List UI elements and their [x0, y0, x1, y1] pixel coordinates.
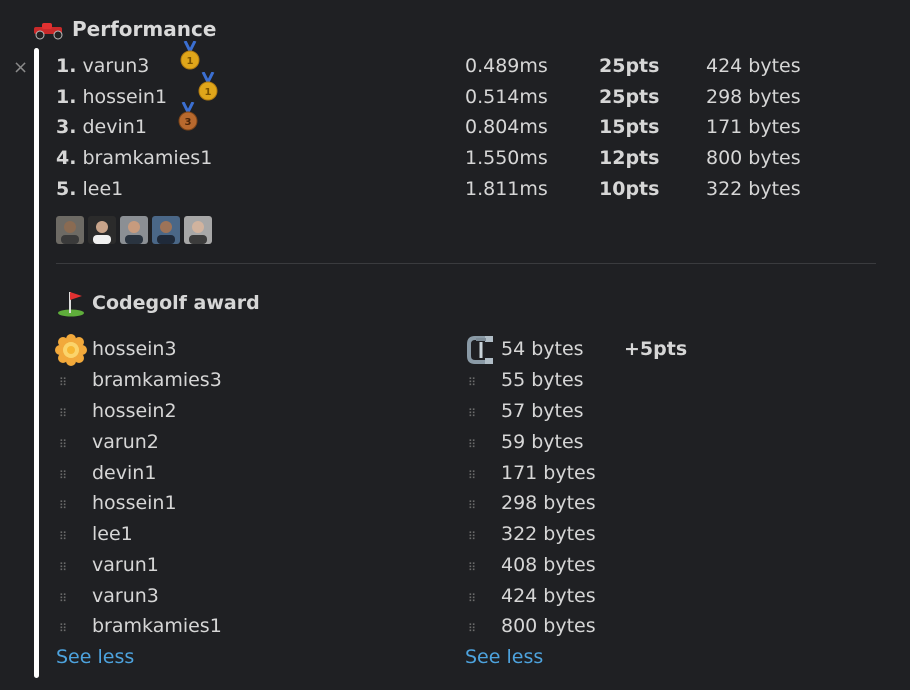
points: 25pts [599, 86, 660, 108]
drag-handle-icon: ⠿ [468, 438, 476, 451]
player-name: hossein1 [82, 86, 168, 108]
drag-handle-icon: ⠿ [468, 407, 476, 420]
points: 25pts [599, 55, 660, 77]
drag-handle-icon: ⠿ [59, 530, 67, 543]
codegolf-header: Codegolf award [56, 288, 260, 318]
points: 15pts [599, 116, 660, 138]
clamp-icon [467, 336, 493, 364]
leaderboard-row: 1. varun3 1 0.489ms 25pts 424 bytes [56, 41, 876, 83]
golf-name: hossein3 [92, 338, 177, 360]
leaderboard-row: 5. lee1 1.811ms 10pts 322 bytes [56, 178, 876, 206]
drag-handle-icon: ⠿ [59, 469, 67, 482]
leaderboard-row: 3. devin1 3 0.804ms 15pts 171 bytes [56, 102, 876, 144]
points: 12pts [599, 147, 660, 169]
time: 0.514ms [465, 86, 548, 108]
rank: 4. [56, 147, 77, 169]
player-name: devin1 [82, 116, 147, 138]
drag-handle-icon: ⠿ [59, 592, 67, 605]
drag-handle-icon: ⠿ [468, 622, 476, 635]
drag-handle-icon: ⠿ [59, 499, 67, 512]
drag-handle-icon: ⠿ [468, 561, 476, 574]
svg-text:3: 3 [185, 117, 192, 128]
golf-name: varun3 [92, 585, 159, 607]
drag-handle-icon: ⠿ [468, 499, 476, 512]
golf-bytes: 424 bytes [501, 585, 596, 607]
player-name: varun3 [82, 55, 150, 77]
drag-handle-icon: ⠿ [59, 438, 67, 451]
golf-name: devin1 [92, 462, 157, 484]
rank: 1. [56, 86, 77, 108]
avatar[interactable] [88, 216, 116, 244]
gold-medal-icon: 1 [180, 41, 200, 70]
time: 0.804ms [465, 116, 548, 138]
golf-bytes: 57 bytes [501, 400, 584, 422]
drag-handle-icon: ⠿ [468, 376, 476, 389]
golf-name: hossein2 [92, 400, 177, 422]
golf-name: bramkamies3 [92, 369, 222, 391]
drag-handle-icon: ⠿ [468, 592, 476, 605]
golf-bytes: 322 bytes [501, 523, 596, 545]
golf-name: lee1 [92, 523, 133, 545]
divider [56, 263, 876, 264]
svg-text:1: 1 [205, 87, 212, 98]
golf-flag-icon [58, 292, 84, 317]
avatar[interactable] [184, 216, 212, 244]
golf-name: varun2 [92, 431, 159, 453]
rosette-icon [55, 334, 87, 366]
rank: 3. [56, 116, 77, 138]
rank: 1. [56, 55, 77, 77]
section-title: Performance [72, 17, 217, 41]
bonus-points: +5pts [624, 338, 688, 360]
close-icon[interactable]: × [13, 57, 28, 78]
player-name: lee1 [82, 178, 124, 200]
points: 10pts [599, 178, 660, 200]
time: 0.489ms [465, 55, 548, 77]
drag-handle-icon: ⠿ [59, 407, 67, 420]
golf-name: hossein1 [92, 492, 177, 514]
see-less-link[interactable]: See less [465, 646, 543, 668]
golf-bytes: 408 bytes [501, 554, 596, 576]
attachment-bar [34, 48, 39, 678]
rank: 5. [56, 178, 77, 200]
golf-bytes: 54 bytes [501, 338, 584, 360]
drag-handle-icon: ⠿ [59, 561, 67, 574]
drag-handle-icon: ⠿ [468, 530, 476, 543]
see-less-link[interactable]: See less [56, 646, 134, 668]
golf-bytes: 800 bytes [501, 615, 596, 637]
svg-text:1: 1 [187, 56, 194, 67]
golf-name: varun1 [92, 554, 159, 576]
size: 800 bytes [706, 147, 801, 169]
size: 322 bytes [706, 178, 801, 200]
golf-bytes: 171 bytes [501, 462, 596, 484]
golf-name: bramkamies1 [92, 615, 222, 637]
avatar[interactable] [120, 216, 148, 244]
size: 171 bytes [706, 116, 801, 138]
size: 298 bytes [706, 86, 801, 108]
avatar[interactable] [56, 216, 84, 244]
leaderboard-row: 4. bramkamies1 1.550ms 12pts 800 bytes [56, 147, 876, 175]
gold-medal-icon: 1 [198, 72, 218, 101]
performance-header: Performance [32, 14, 216, 44]
avatar-list [56, 216, 212, 244]
avatar[interactable] [152, 216, 180, 244]
drag-handle-icon: ⠿ [59, 622, 67, 635]
golf-bytes: 59 bytes [501, 431, 584, 453]
time: 1.811ms [465, 178, 548, 200]
bronze-medal-icon: 3 [178, 102, 198, 131]
golf-bytes: 55 bytes [501, 369, 584, 391]
race-car-icon [34, 23, 63, 40]
time: 1.550ms [465, 147, 548, 169]
codegolf-title: Codegolf award [92, 292, 260, 314]
golf-bytes: 298 bytes [501, 492, 596, 514]
drag-handle-icon: ⠿ [468, 469, 476, 482]
size: 424 bytes [706, 55, 801, 77]
player-name: bramkamies1 [82, 147, 213, 169]
drag-handle-icon: ⠿ [59, 376, 67, 389]
